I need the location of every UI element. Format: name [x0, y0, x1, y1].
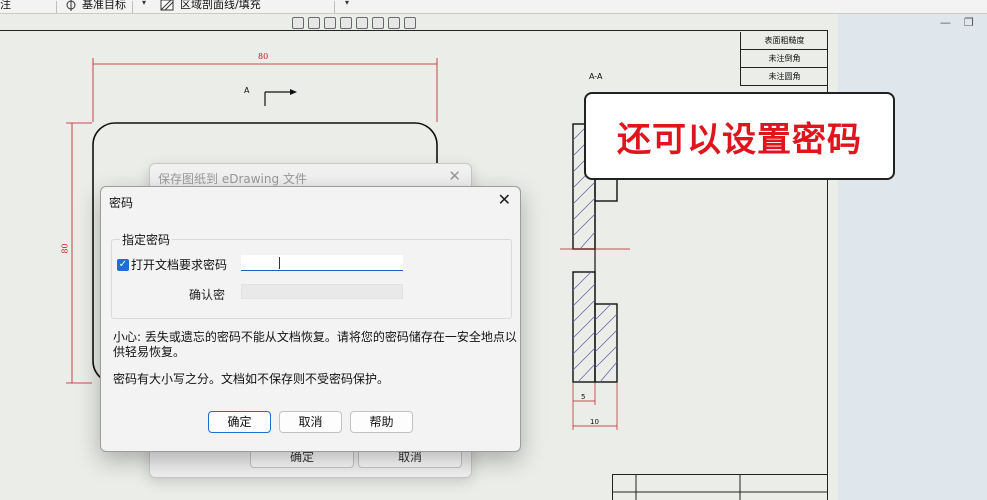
- hatch-fill-icon: [160, 0, 174, 11]
- warning-text: 小心: 丢失或遗忘的密码不能从文档恢复。请将您的密码储存在一安全地点以供轻易恢复…: [113, 330, 517, 359]
- dimension-bottom-small-text: 5: [581, 393, 586, 401]
- case-sensitive-note: 密码有大小写之分。文档如不保存则不受密码保护。: [113, 372, 390, 386]
- password-dialog: 密码 ✕ 指定密码 ✓ 打开文档要求密码 确认密 小心: 丢失或遗忘的密码不能从…: [100, 186, 521, 452]
- section-label-right: A-A: [589, 72, 603, 81]
- title-block: 表面粗糙度 未注倒角 未注圆角: [740, 32, 828, 86]
- close-icon[interactable]: ✕: [498, 190, 511, 209]
- help-button[interactable]: 帮助: [350, 411, 413, 433]
- group-label: 指定密码: [120, 231, 173, 248]
- toolbar-note-button[interactable]: 注: [0, 0, 11, 13]
- title-block-row: 未注倒角: [740, 50, 828, 68]
- chevron-down-icon[interactable]: ▾: [142, 0, 146, 7]
- toolbar-hatch-fill-button[interactable]: 区域剖面线/填充: [180, 0, 261, 13]
- confirm-password-input[interactable]: [241, 284, 403, 299]
- text-cursor-icon: [279, 257, 280, 269]
- top-toolbar: 注 基准目标 ▾ 区域剖面线/填充 ▾: [0, 0, 987, 14]
- dimension-top-text: 80: [258, 52, 269, 61]
- password-input[interactable]: [241, 255, 403, 271]
- dimension-bottom-large-text: 10: [590, 418, 599, 426]
- cancel-button[interactable]: 取消: [279, 411, 342, 433]
- dialog-title: 密码: [109, 196, 134, 210]
- toolbar-datum-target-button[interactable]: 基准目标: [82, 0, 126, 13]
- toolbar-separator: [334, 1, 335, 13]
- dimension-left-text: 80: [60, 243, 70, 254]
- require-password-label: 打开文档要求密码: [131, 258, 228, 272]
- bottom-title-block: [612, 474, 828, 500]
- section-label-left: A: [244, 86, 250, 95]
- title-block-row: 表面粗糙度: [740, 32, 828, 50]
- password-group: [111, 239, 512, 319]
- ok-button[interactable]: 确定: [208, 411, 271, 433]
- bg-dialog-title: 保存图纸到 eDrawing 文件: [158, 172, 307, 186]
- close-icon[interactable]: ✕: [448, 167, 461, 185]
- toolbar-separator: [132, 1, 133, 13]
- checkbox-checked-icon[interactable]: ✓: [117, 258, 129, 271]
- confirm-password-label: 确认密: [189, 288, 226, 302]
- toolbar-separator: [56, 1, 57, 13]
- callout-text: 还可以设置密码: [617, 119, 862, 160]
- datum-target-icon: [66, 0, 76, 11]
- annotation-callout: 还可以设置密码: [584, 92, 895, 180]
- chevron-down-icon[interactable]: ▾: [345, 0, 349, 7]
- title-block-row: 未注圆角: [740, 68, 828, 86]
- require-password-checkbox-row[interactable]: ✓ 打开文档要求密码: [117, 256, 227, 273]
